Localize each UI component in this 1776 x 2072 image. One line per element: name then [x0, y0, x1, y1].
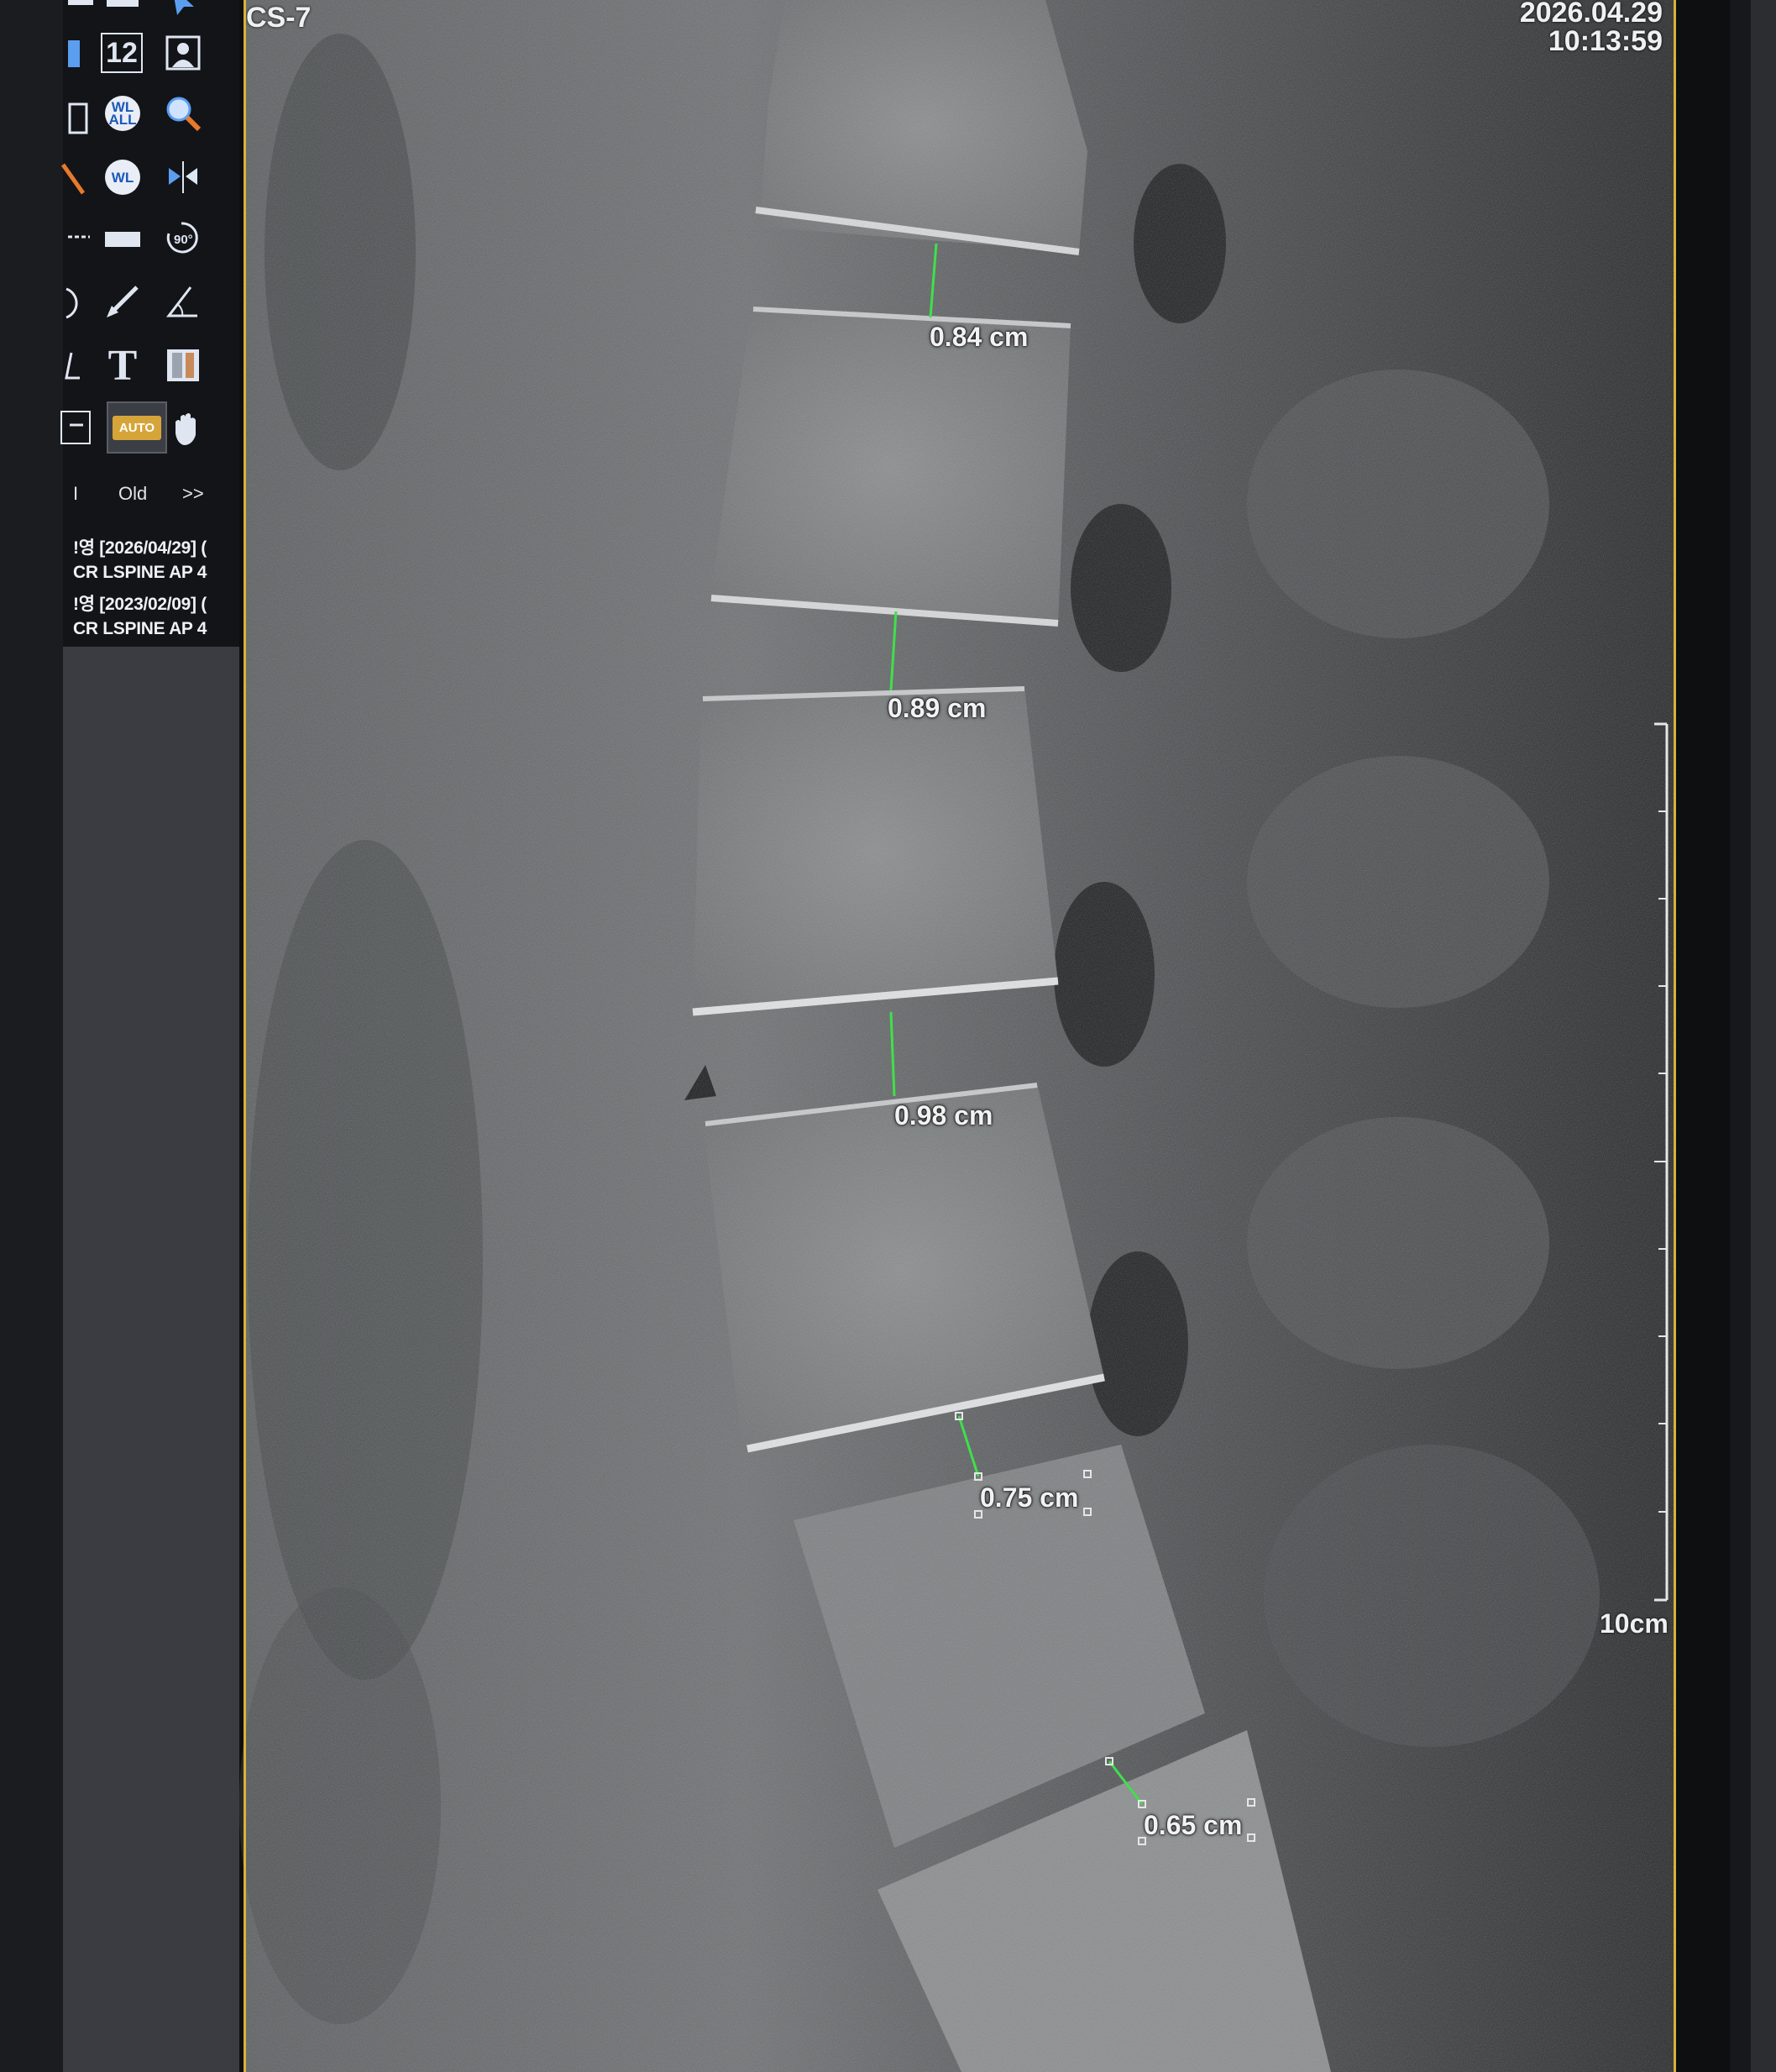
measurement-label[interactable]: 0.89 cm	[888, 693, 986, 724]
series-stack-icon[interactable]	[56, 35, 95, 74]
layout-grid-icon[interactable]	[103, 0, 142, 17]
layout-1-2-label: 12	[101, 33, 143, 73]
probe-icon[interactable]	[55, 160, 93, 198]
viewport-border-left	[244, 0, 246, 2072]
xray-viewport[interactable]: 0.84 cm 0.89 cm 0.98 cm 0.75 cm 0.65 cm …	[239, 0, 1730, 2072]
series-icon[interactable]	[61, 0, 100, 18]
text-tool-label: T	[107, 341, 138, 390]
measure-handle[interactable]	[1105, 1757, 1113, 1765]
next-studies-button[interactable]: >>	[182, 483, 204, 505]
study-nav: I Old >>	[63, 483, 239, 508]
measurement-label[interactable]: 0.98 cm	[894, 1100, 993, 1131]
old-studies-button[interactable]: Old	[118, 483, 147, 505]
line-measure-icon[interactable]	[103, 282, 142, 321]
compare-icon[interactable]	[164, 346, 202, 385]
measurement-label[interactable]: 0.84 cm	[930, 322, 1028, 353]
viewport-border-right	[1674, 0, 1676, 2072]
arrow-tool-icon[interactable]	[56, 220, 95, 259]
monitor-bezel-edge	[1751, 0, 1776, 2072]
tool-panel: 12 WL ALL WL 90° T AUTO I Old >> !영 [202…	[60, 0, 239, 2072]
ellipse-icon[interactable]	[55, 284, 93, 323]
cursor-icon[interactable]	[58, 408, 97, 447]
flip-icon[interactable]	[164, 158, 202, 197]
study-2-desc[interactable]: CR LSPINE AP 4	[73, 619, 207, 639]
measure-handle[interactable]	[1138, 1800, 1146, 1808]
study-time: 10:13:59	[1548, 25, 1663, 57]
study-1-desc[interactable]: CR LSPINE AP 4	[73, 563, 207, 583]
zoom-icon[interactable]	[164, 94, 202, 133]
polyline-icon[interactable]	[55, 346, 93, 385]
lumbar-spine-xray-image	[239, 0, 1674, 2072]
wl-all-bottom-label: ALL	[108, 112, 137, 128]
scale-bar-label: 10cm	[1600, 1608, 1669, 1639]
wl-icon[interactable]: WL	[103, 158, 142, 197]
study-2-date[interactable]: !영 [2023/02/09] (	[73, 590, 207, 616]
angle-icon[interactable]	[162, 282, 201, 321]
text-tool-icon[interactable]: T	[103, 342, 142, 390]
measure-handle[interactable]	[1247, 1833, 1255, 1842]
nav-prefix: I	[73, 483, 79, 504]
layout-1-2-icon[interactable]: 12	[101, 33, 143, 73]
measure-handle[interactable]	[955, 1412, 963, 1420]
portrait-icon[interactable]	[164, 34, 202, 72]
ruler-icon[interactable]	[103, 220, 142, 259]
measurement-label[interactable]: 0.75 cm	[980, 1482, 1078, 1513]
study-1-date[interactable]: !영 [2026/04/29] (	[73, 534, 207, 559]
measure-handle[interactable]	[1083, 1508, 1092, 1516]
auto-button[interactable]: AUTO	[107, 401, 167, 454]
measure-handle[interactable]	[974, 1472, 982, 1481]
panel-empty-area	[63, 647, 239, 2072]
measure-handle[interactable]	[1083, 1470, 1092, 1478]
rotate-90-label: 90°	[174, 233, 193, 247]
monitor-bezel-left	[0, 0, 63, 2072]
measurement-label[interactable]: 0.65 cm	[1144, 1810, 1242, 1841]
measure-handle[interactable]	[1247, 1798, 1255, 1807]
hanging-icon[interactable]	[58, 99, 97, 138]
study-label: CS-7	[246, 2, 312, 34]
pan-hand-icon[interactable]	[167, 410, 206, 448]
auto-label: AUTO	[112, 415, 162, 440]
wl-label: WL	[105, 160, 140, 195]
pointer-arrow-icon[interactable]	[165, 0, 204, 20]
wl-all-icon[interactable]: WL ALL	[103, 94, 142, 133]
rotate-90-icon[interactable]: 90°	[162, 218, 201, 257]
